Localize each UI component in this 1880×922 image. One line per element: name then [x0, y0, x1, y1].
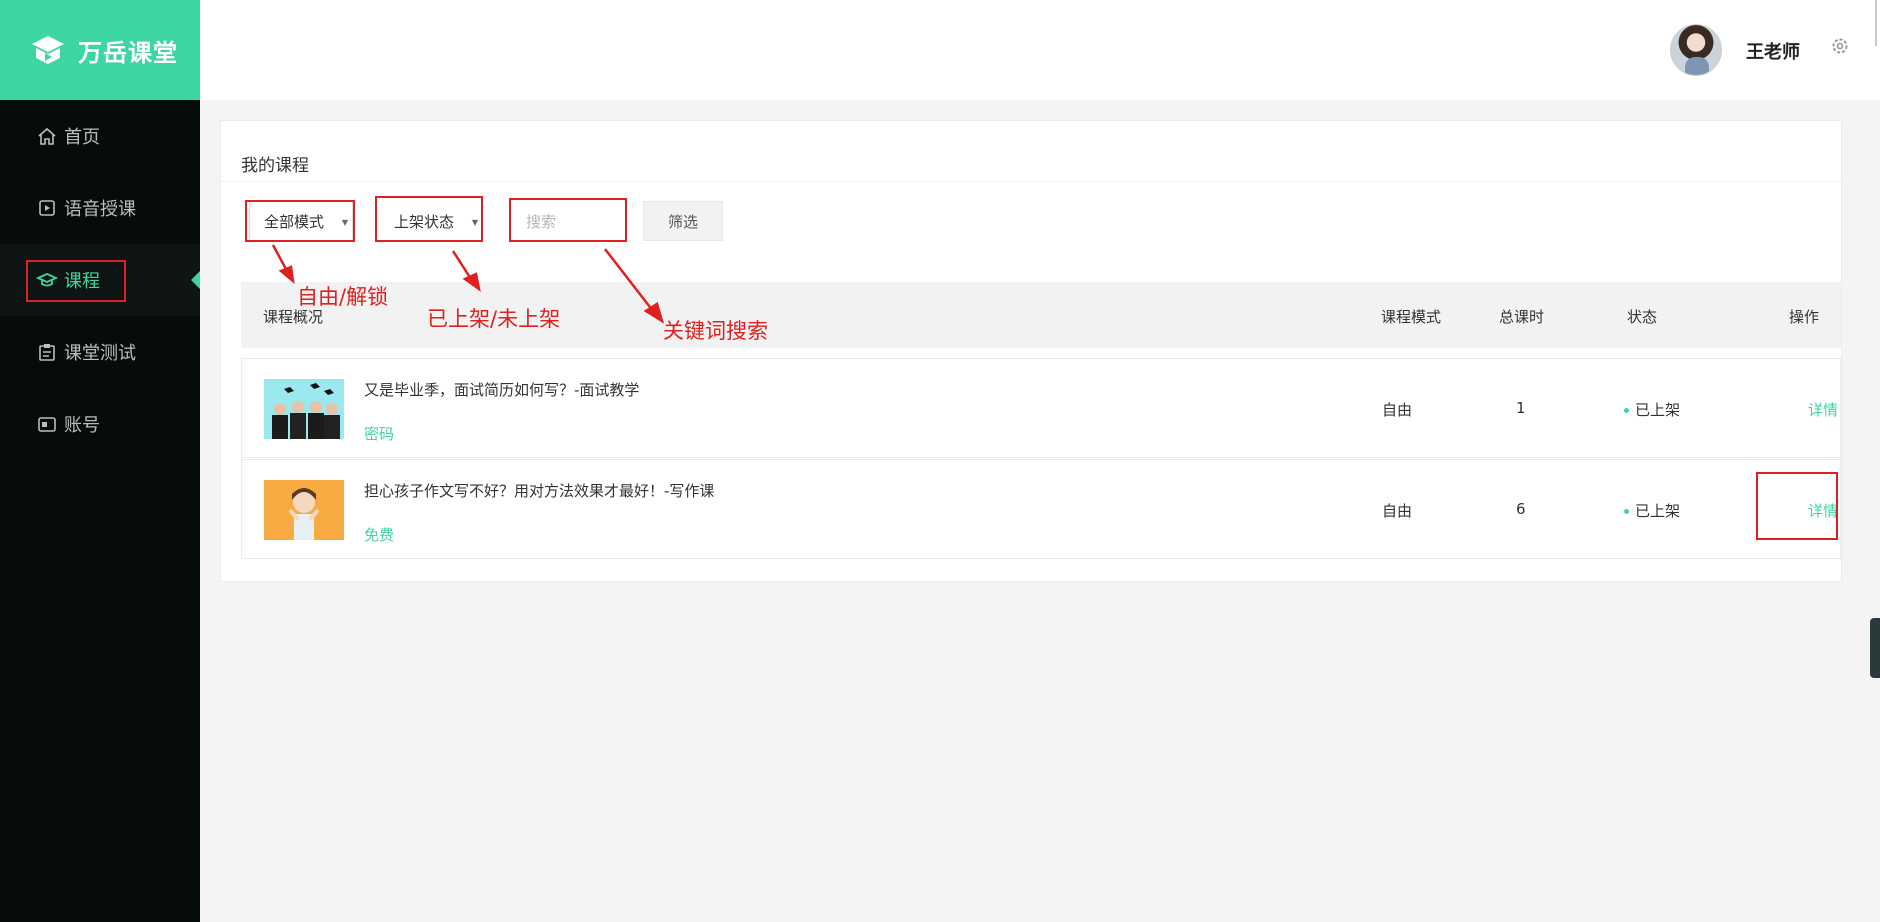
course-thumbnail[interactable] — [264, 480, 344, 540]
sidebar: 万岳课堂 首页 语音授课 课程 课堂测试 账号 — [0, 0, 200, 922]
th-mode: 课程模式 — [1381, 308, 1442, 326]
top-header: 王老师 — [200, 0, 1880, 100]
table-row: 担心孩子作文写不好？用对方法效果才最好！-写作课 免费 自由 6 已上架 详情 — [241, 459, 1841, 559]
course-hours: 6 — [1516, 500, 1526, 518]
writing-girl-image-icon — [264, 480, 344, 540]
th-action: 操作 — [1789, 308, 1820, 326]
sidebar-item-home[interactable]: 首页 — [0, 100, 200, 172]
home-icon — [38, 127, 56, 145]
details-link[interactable]: 详情 — [1808, 399, 1838, 420]
clipboard-icon — [39, 344, 55, 361]
annotation-highlight-box — [26, 260, 126, 302]
annotation-mode: 自由/解锁 — [297, 285, 389, 309]
annotation-box-details — [1756, 472, 1838, 540]
sidebar-item-label: 账号 — [64, 415, 100, 436]
sidebar-item-label: 语音授课 — [64, 199, 136, 220]
th-status: 状态 — [1627, 308, 1658, 326]
sidebar-item-label: 课堂测试 — [64, 343, 136, 364]
course-status: 已上架 — [1624, 500, 1680, 521]
course-hours: 1 — [1516, 399, 1526, 417]
username[interactable]: 王老师 — [1746, 38, 1800, 64]
course-title[interactable]: 担心孩子作文写不好？用对方法效果才最好！-写作课 — [364, 480, 714, 501]
sidebar-item-voice-lecture[interactable]: 语音授课 — [0, 172, 200, 244]
brand-logo-icon — [32, 36, 64, 64]
annotation-status: 已上架/未上架 — [427, 307, 561, 331]
status-text: 已上架 — [1635, 401, 1681, 419]
annotation-arrows — [271, 244, 665, 324]
course-panel: 我的课程 全部模式 上架状态 搜索 筛选 课程概况 课程模式 总课时 状态 操作… — [220, 120, 1842, 582]
id-card-icon — [38, 417, 56, 432]
sidebar-nav: 首页 语音授课 课程 课堂测试 账号 — [0, 100, 200, 460]
side-panel-handle[interactable] — [1870, 618, 1880, 678]
annotation-search: 关键词搜索 — [663, 319, 768, 343]
sidebar-item-class-test[interactable]: 课堂测试 — [0, 316, 200, 388]
status-dot-icon — [1624, 509, 1629, 514]
status-text: 已上架 — [1635, 502, 1681, 520]
sidebar-item-account[interactable]: 账号 — [0, 388, 200, 460]
play-icon — [39, 200, 55, 216]
th-hours: 总课时 — [1499, 308, 1545, 326]
sidebar-item-courses[interactable]: 课程 — [0, 244, 200, 316]
brand[interactable]: 万岳课堂 — [0, 0, 200, 100]
course-mode: 自由 — [1382, 401, 1413, 419]
status-dot-icon — [1624, 408, 1629, 413]
course-mode: 自由 — [1382, 502, 1413, 520]
gear-icon[interactable] — [1830, 36, 1850, 56]
course-access-tag: 密码 — [364, 425, 395, 443]
brand-name: 万岳课堂 — [78, 38, 178, 67]
avatar[interactable] — [1670, 24, 1722, 76]
course-status: 已上架 — [1624, 399, 1680, 420]
course-access-tag: 免费 — [364, 526, 395, 544]
sidebar-item-label: 首页 — [64, 127, 100, 148]
window-edge — [1875, 0, 1877, 46]
